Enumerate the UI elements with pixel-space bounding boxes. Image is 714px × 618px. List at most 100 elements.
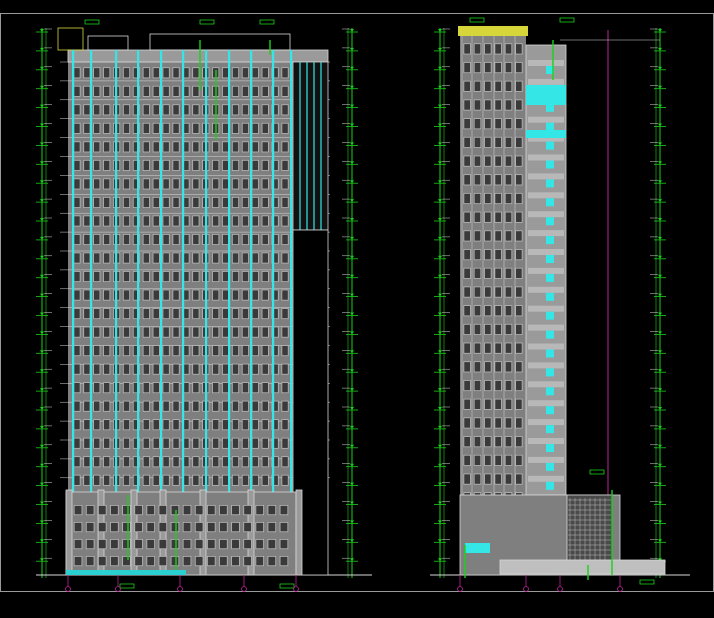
window-pane <box>122 456 131 468</box>
window-pane <box>279 539 289 550</box>
window-pane <box>142 122 150 134</box>
window-pane <box>93 104 101 116</box>
window-pane <box>152 345 160 357</box>
window-pane <box>504 211 513 223</box>
window-pane <box>73 382 81 394</box>
window-pane <box>212 252 220 264</box>
window-pane <box>261 474 269 486</box>
window-pane <box>172 271 180 283</box>
window-pane <box>122 539 131 550</box>
cyan-pilaster <box>72 50 75 492</box>
window-pane <box>484 136 492 148</box>
window-pane <box>261 308 269 320</box>
window-pane <box>251 196 259 208</box>
window-pane <box>241 326 249 338</box>
window-pane <box>484 155 492 167</box>
window-pane <box>504 136 513 148</box>
window-pane <box>172 456 180 468</box>
window-pane <box>281 437 289 449</box>
window-pane <box>267 504 277 516</box>
window-pane <box>162 326 170 338</box>
window-pane <box>98 556 107 567</box>
window-pane <box>83 437 91 449</box>
window-pane <box>241 419 249 431</box>
window-pane <box>463 436 471 448</box>
window-pane <box>172 252 180 264</box>
window-pane <box>85 539 95 550</box>
window-pane <box>515 454 523 466</box>
window-pane <box>281 271 289 283</box>
window-pane <box>83 363 91 375</box>
window-pane <box>231 159 240 171</box>
window-pane <box>192 345 200 357</box>
window-pane <box>85 556 95 567</box>
window-pane <box>212 196 220 208</box>
window-pane <box>152 400 160 412</box>
window-pane <box>515 211 523 223</box>
window-pane <box>494 118 502 130</box>
window-pane <box>134 539 143 550</box>
balcony-slab <box>528 173 564 180</box>
window-pane <box>152 252 160 264</box>
window-pane <box>110 539 119 550</box>
window-pane <box>142 345 150 357</box>
window-pane <box>281 67 289 79</box>
window-pane <box>146 504 155 516</box>
window-pane <box>172 363 180 375</box>
window-pane <box>73 196 81 208</box>
window-pane <box>222 474 230 486</box>
window-pane <box>504 43 513 55</box>
window-pane <box>172 67 180 79</box>
window-pane <box>241 400 249 412</box>
window-pane <box>103 419 111 431</box>
cyan-pilaster <box>272 50 275 492</box>
cyan-pilaster <box>115 50 118 492</box>
window-pane <box>122 308 131 320</box>
window-pane <box>152 233 160 245</box>
window-pane <box>83 382 91 394</box>
window-pane <box>241 159 249 171</box>
window-pane <box>281 419 289 431</box>
window-pane <box>83 326 91 338</box>
window-pane <box>494 267 502 279</box>
cyan-pilaster <box>182 50 185 492</box>
window-pane <box>103 141 111 153</box>
balcony-slab <box>528 230 564 237</box>
window-pane <box>473 473 482 485</box>
podium-column <box>65 489 73 576</box>
window-pane <box>231 539 240 550</box>
window-pane <box>261 419 269 431</box>
window-pane <box>134 522 143 533</box>
window-pane <box>241 456 249 468</box>
window-pane <box>281 363 289 375</box>
window-pane <box>463 136 471 148</box>
window-pane <box>172 215 180 227</box>
window-pane <box>212 345 220 357</box>
window-pane <box>231 345 240 357</box>
window-pane <box>261 363 269 375</box>
window-pane <box>231 382 240 394</box>
window-pane <box>494 230 502 242</box>
window-pane <box>162 104 170 116</box>
window-pane <box>158 522 168 533</box>
window-pane <box>83 141 91 153</box>
window-pane <box>222 159 230 171</box>
window-pane <box>103 215 111 227</box>
window-pane <box>231 215 240 227</box>
window-pane <box>93 67 101 79</box>
window-pane <box>122 233 131 245</box>
window-pane <box>463 155 471 167</box>
window-pane <box>73 141 81 153</box>
window-pane <box>463 323 471 335</box>
window-pane <box>73 252 81 264</box>
window-pane <box>73 326 81 338</box>
window-pane <box>463 286 471 298</box>
window-pane <box>194 556 204 567</box>
window-pane <box>103 437 111 449</box>
side-roof-parapet <box>458 26 528 36</box>
window-pane <box>222 363 230 375</box>
window-pane <box>463 80 471 92</box>
window-pane <box>484 174 492 186</box>
window-pane <box>162 271 170 283</box>
window-pane <box>122 159 131 171</box>
